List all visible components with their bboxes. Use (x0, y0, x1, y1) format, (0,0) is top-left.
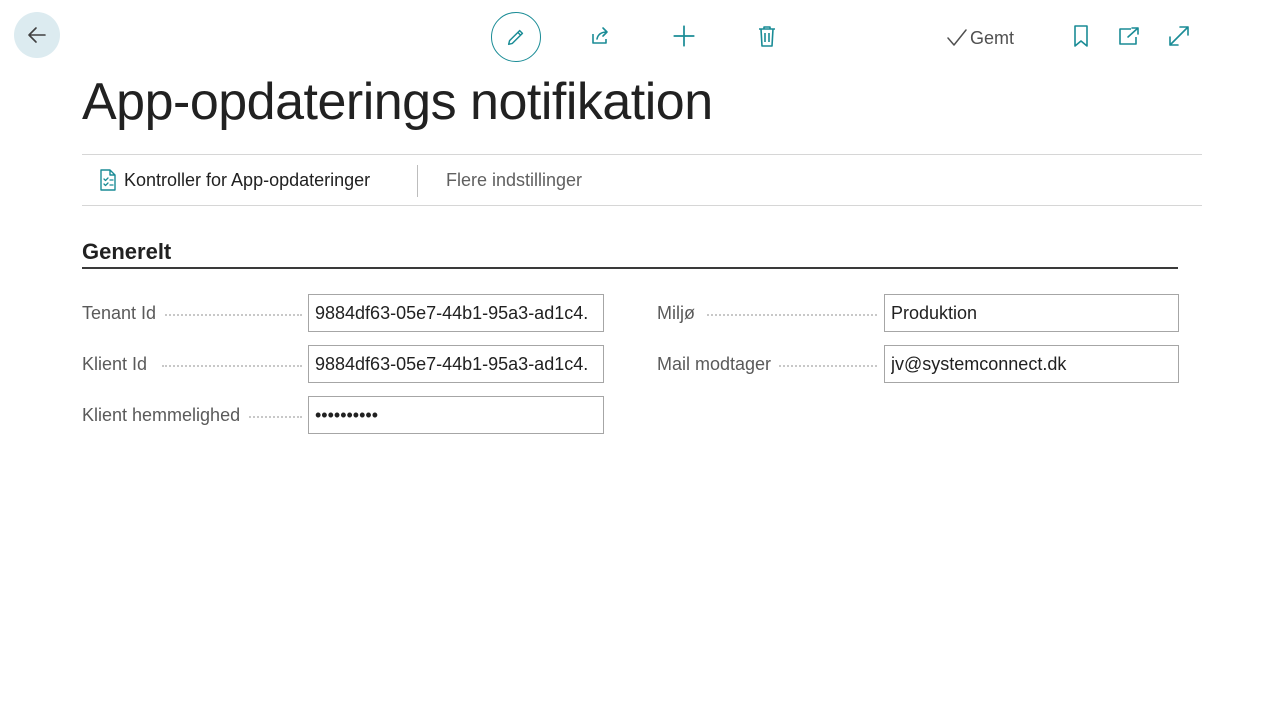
tenant-id-field: Tenant Id (82, 294, 604, 332)
section-title[interactable]: Generelt (82, 238, 171, 266)
arrow-left-icon (28, 27, 46, 43)
delete-button[interactable] (745, 14, 789, 58)
more-settings-label: Flere indstillinger (446, 169, 583, 190)
bookmark-button[interactable] (1059, 14, 1103, 58)
saved-status: Gemt (946, 27, 1014, 49)
section-divider (82, 267, 1178, 269)
client-id-label: Klient Id (82, 354, 156, 375)
client-secret-field: Klient hemmelighed (82, 396, 604, 434)
client-id-field: Klient Id (82, 345, 604, 383)
tenant-id-leader (162, 314, 302, 316)
check-app-updates-action[interactable]: Kontroller for App-opdateringer (98, 155, 370, 205)
mail-recipient-input[interactable] (884, 345, 1179, 383)
environment-input[interactable] (884, 294, 1179, 332)
environment-label: Miljø (657, 303, 703, 324)
action-divider (417, 165, 418, 197)
more-settings-action[interactable]: Flere indstillinger (446, 155, 582, 205)
share-icon (592, 27, 608, 44)
expand-button[interactable] (1157, 14, 1201, 58)
plus-icon (673, 25, 695, 47)
checklist-document-icon (100, 169, 116, 191)
checkmark-icon (947, 29, 967, 46)
open-in-new-window-button[interactable] (1107, 14, 1151, 58)
new-button[interactable] (662, 14, 706, 58)
environment-leader (707, 314, 877, 316)
open-in-new-window-icon (1119, 27, 1139, 45)
action-bar: Kontroller for App-opdateringer Flere in… (82, 154, 1202, 206)
edit-button[interactable] (491, 12, 541, 62)
bookmark-icon (1074, 25, 1088, 47)
check-app-updates-label: Kontroller for App-opdateringer (124, 169, 371, 190)
page-title: App-opdaterings notifikation (82, 73, 713, 131)
tenant-id-input[interactable] (308, 294, 604, 332)
saved-label: Gemt (970, 27, 1015, 48)
environment-field: Miljø (657, 294, 1179, 332)
client-id-leader (162, 365, 302, 367)
pencil-icon (507, 29, 524, 46)
share-button[interactable] (578, 14, 622, 58)
mail-recipient-label: Mail modtager (657, 354, 780, 375)
client-secret-input[interactable] (308, 396, 604, 434)
client-secret-label: Klient hemmelighed (82, 405, 249, 426)
tenant-id-label: Tenant Id (82, 303, 165, 324)
trash-icon (759, 26, 775, 47)
page: Gemt App-opdaterings notifikation Kontro… (0, 0, 1280, 720)
mail-recipient-field: Mail modtager (657, 345, 1179, 383)
back-button[interactable] (14, 12, 60, 58)
client-id-input[interactable] (308, 345, 604, 383)
expand-icon (1169, 26, 1189, 46)
